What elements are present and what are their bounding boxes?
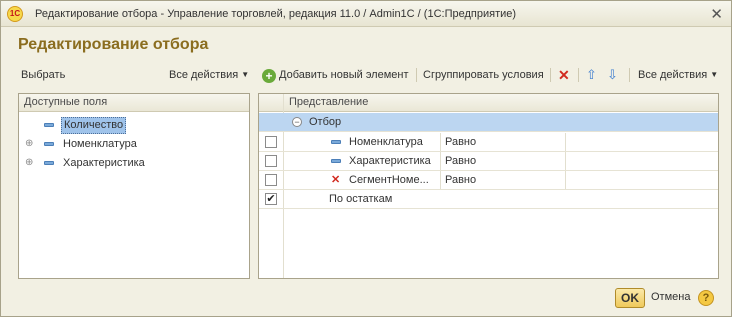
table-row-group[interactable]: − Отбор	[259, 113, 718, 132]
arrow-up-icon: ⇧	[586, 67, 597, 82]
tree-item-label: Характеристика	[63, 157, 145, 169]
table-row[interactable]: ✕ СегментНоме... Равно	[259, 171, 718, 190]
toolbar-divider	[629, 68, 630, 82]
collapse-icon[interactable]: −	[292, 117, 302, 127]
tree-item-label: Номенклатура	[63, 138, 137, 150]
expand-icon[interactable]: ⊕	[25, 135, 33, 153]
invalid-field-icon: ✕	[331, 174, 341, 186]
window-title: Редактирование отбора - Управление торго…	[35, 8, 517, 20]
row-field: Номенклатура	[349, 136, 423, 148]
table-row[interactable]: Номенклатура Равно	[259, 133, 718, 152]
chevron-down-icon: ▼	[710, 70, 719, 79]
filter-edit-window: 1С Редактирование отбора - Управление то…	[0, 0, 732, 317]
field-icon	[331, 159, 341, 163]
toolbar-divider	[578, 68, 579, 82]
available-fields-header: Доступные поля	[19, 94, 249, 112]
ok-button[interactable]: OK	[615, 288, 645, 308]
tree-item-nomenclature[interactable]: ⊕ Номенклатура	[19, 135, 249, 153]
field-icon	[44, 161, 54, 165]
row-condition: Равно	[445, 155, 477, 167]
column-divider	[565, 171, 566, 189]
available-fields-panel[interactable]: Доступные поля Количество ⊕ Номенклатура…	[18, 93, 250, 279]
cancel-button[interactable]: Отмена	[651, 291, 690, 303]
right-all-actions-menu[interactable]: Все действия ▼	[638, 65, 718, 85]
column-header-presentation: Представление	[289, 96, 369, 108]
row-checkbox[interactable]	[265, 155, 277, 167]
column-divider	[440, 171, 441, 189]
row-condition: Равно	[445, 136, 477, 148]
toolbar-divider	[416, 68, 417, 82]
row-checkbox[interactable]	[265, 136, 277, 148]
table-row[interactable]: Характеристика Равно	[259, 152, 718, 171]
add-icon: +	[262, 69, 276, 83]
toolbar-divider	[550, 68, 551, 82]
row-checkbox-checked[interactable]: ✔	[265, 193, 277, 205]
add-element-label: Добавить новый элемент	[279, 69, 409, 81]
title-bar: 1С Редактирование отбора - Управление то…	[1, 1, 731, 27]
filter-table[interactable]: Представление − Отбор Номенклатура Равно	[258, 93, 719, 279]
row-checkbox[interactable]	[265, 174, 277, 186]
filter-table-body: − Отбор Номенклатура Равно Характеристик…	[259, 113, 718, 278]
1c-logo-icon: 1С	[7, 6, 23, 22]
add-element-button[interactable]: + Добавить новый элемент	[262, 65, 409, 85]
column-divider	[440, 152, 441, 170]
column-divider	[565, 152, 566, 170]
field-icon	[331, 140, 341, 144]
delete-button[interactable]: ✕	[558, 65, 570, 85]
row-field: По остаткам	[329, 193, 393, 205]
expand-icon[interactable]: ⊕	[25, 154, 33, 172]
field-icon	[44, 142, 54, 146]
column-divider	[440, 133, 441, 151]
field-icon	[44, 123, 54, 127]
arrow-down-icon: ⇩	[607, 67, 618, 82]
group-label: Отбор	[309, 116, 342, 128]
row-field: СегментНоме...	[349, 174, 429, 186]
close-icon[interactable]: ✕	[710, 5, 723, 23]
page-title: Редактирование отбора	[18, 36, 209, 53]
delete-icon: ✕	[558, 67, 570, 83]
row-condition: Равно	[445, 174, 477, 186]
tree-item-quantity[interactable]: Количество	[19, 116, 249, 134]
column-divider	[565, 133, 566, 151]
help-icon[interactable]: ?	[698, 290, 714, 306]
table-row[interactable]: ✔ По остаткам	[259, 190, 718, 209]
group-conditions-button[interactable]: Сгруппировать условия	[423, 65, 544, 85]
group-conditions-label: Сгруппировать условия	[423, 69, 544, 81]
tree-item-characteristic[interactable]: ⊕ Характеристика	[19, 154, 249, 172]
move-up-button[interactable]: ⇧	[586, 65, 597, 85]
right-all-actions-label: Все действия	[638, 69, 708, 81]
tree-item-label: Количество	[61, 117, 127, 134]
row-field: Характеристика	[349, 155, 431, 167]
filter-table-header: Представление	[259, 94, 718, 112]
right-toolbar: + Добавить новый элемент Сгруппировать ус…	[1, 65, 731, 85]
move-down-button[interactable]: ⇩	[607, 65, 618, 85]
